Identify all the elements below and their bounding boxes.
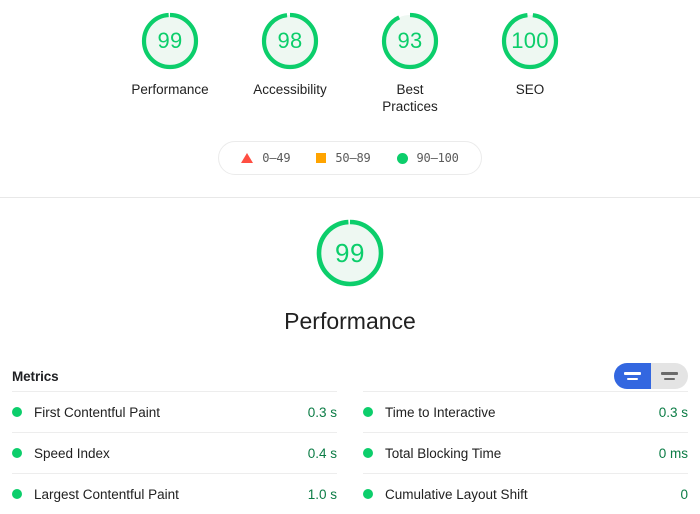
legend-item-average: 50–89 <box>316 151 371 165</box>
category-gauge-accessibility[interactable]: 98 Accessibility <box>248 10 332 98</box>
status-dot-icon <box>12 489 22 499</box>
circle-marker-icon <box>396 152 408 164</box>
gauge-value: 99 <box>157 28 183 53</box>
status-dot-icon <box>363 448 373 458</box>
performance-title: Performance <box>284 308 416 334</box>
metric-value: 1.0 s <box>307 486 337 502</box>
legend-item-pass: 90–100 <box>396 151 459 165</box>
score-summary-section: 99 Performance 98 Accessibility 93 Best … <box>0 0 700 198</box>
gauge-ring-best-practices: 93 <box>379 10 441 72</box>
metrics-header: Metrics <box>0 361 700 391</box>
metric-name: First Contentful Paint <box>34 404 161 420</box>
metric-value: 0.3 s <box>307 404 337 420</box>
category-gauge-seo[interactable]: 100 SEO <box>488 10 572 98</box>
metric-value: 0 ms <box>658 445 688 461</box>
performance-gauge-value: 99 <box>335 238 365 268</box>
metric-name: Time to Interactive <box>385 404 496 420</box>
gauge-ring-accessibility: 98 <box>259 10 321 72</box>
legend-range-label: 90–100 <box>416 151 459 165</box>
metrics-view-toggle[interactable] <box>614 363 688 389</box>
status-dot-icon <box>363 407 373 417</box>
metrics-column-left: First Contentful Paint 0.3 s Speed Index… <box>12 391 337 514</box>
gauge-label: Performance <box>131 82 209 97</box>
metric-value: 0 <box>680 486 688 502</box>
toggle-bar-icon <box>627 377 638 380</box>
legend-range-label: 50–89 <box>335 151 371 165</box>
square-marker-icon <box>316 153 327 163</box>
category-gauge-best-practices[interactable]: 93 Best Practices <box>368 10 452 115</box>
gauge-label: Accessibility <box>253 82 327 97</box>
gauge-value: 98 <box>277 28 303 53</box>
toggle-bar-icon <box>664 377 675 380</box>
gauge-label: SEO <box>515 82 545 97</box>
status-dot-icon <box>12 448 22 458</box>
gauge-ring-seo: 100 <box>499 10 561 72</box>
gauge-label: Best Practices <box>382 82 438 114</box>
metric-name: Largest Contentful Paint <box>34 486 179 502</box>
simple-view-toggle[interactable] <box>614 363 651 389</box>
table-row[interactable]: Time to Interactive 0.3 s <box>363 391 688 432</box>
table-row[interactable]: Cumulative Layout Shift 0 <box>363 473 688 514</box>
metric-name: Cumulative Layout Shift <box>385 486 528 502</box>
table-row[interactable]: Largest Contentful Paint 1.0 s <box>12 473 337 514</box>
table-row[interactable]: First Contentful Paint 0.3 s <box>12 391 337 432</box>
legend-item-fail: 0–49 <box>241 151 291 165</box>
toggle-bar-icon <box>661 372 678 375</box>
legend-range-label: 0–49 <box>262 151 291 165</box>
gauge-ring-performance: 99 <box>139 10 201 72</box>
gauge-value: 93 <box>397 28 423 53</box>
triangle-marker-icon <box>241 153 254 163</box>
status-dot-icon <box>12 407 22 417</box>
table-row[interactable]: Total Blocking Time 0 ms <box>363 432 688 473</box>
score-legend: 0–49 50–89 90–100 <box>0 141 700 175</box>
category-gauge-row: 99 Performance 98 Accessibility 93 Best … <box>0 10 700 115</box>
metric-name: Speed Index <box>34 445 110 461</box>
toggle-bar-icon <box>624 372 641 375</box>
score-legend-pill: 0–49 50–89 90–100 <box>218 141 482 175</box>
gauge-value: 100 <box>511 28 549 53</box>
metrics-column-right: Time to Interactive 0.3 s Total Blocking… <box>363 391 688 514</box>
performance-gauge: 99 <box>313 216 387 290</box>
table-row[interactable]: Speed Index 0.4 s <box>12 432 337 473</box>
metric-name: Total Blocking Time <box>385 445 502 461</box>
metrics-heading: Metrics <box>12 368 59 384</box>
metric-value: 0.4 s <box>307 445 337 461</box>
performance-section: 99 Performance <box>0 198 700 335</box>
metrics-grid: First Contentful Paint 0.3 s Speed Index… <box>0 391 700 514</box>
detail-view-toggle[interactable] <box>651 363 688 389</box>
metric-value: 0.3 s <box>658 404 688 420</box>
status-dot-icon <box>363 489 373 499</box>
category-gauge-performance[interactable]: 99 Performance <box>128 10 212 98</box>
